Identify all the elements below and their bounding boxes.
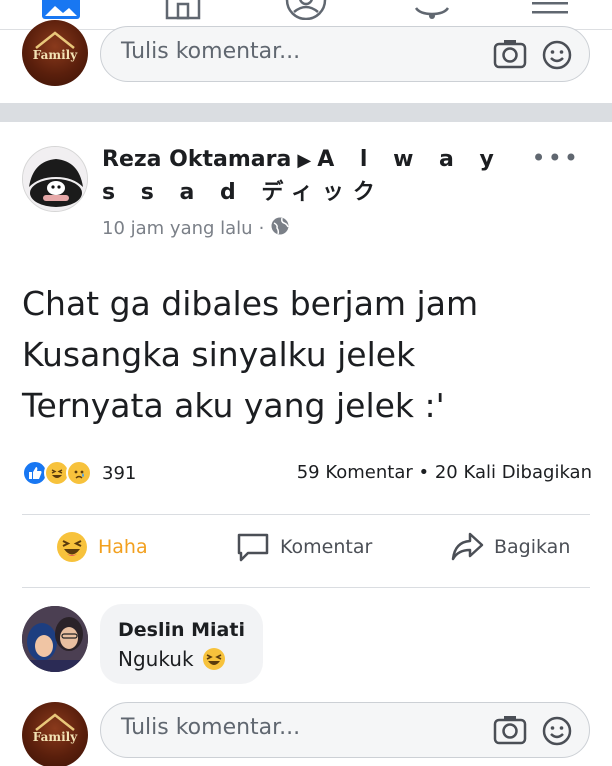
comment-text: Ngukuk [118, 647, 194, 671]
shop-icon[interactable] [165, 0, 201, 22]
post-body: Chat ga dibales berjam jam Kusangka siny… [22, 278, 592, 431]
photo-icon[interactable] [40, 0, 82, 22]
comment-text-row: Ngukuk [118, 644, 245, 674]
haha-label: Haha [98, 536, 148, 558]
more-options-icon[interactable]: ••• [532, 144, 580, 172]
post-meta: 10 jam yang lalu · [102, 216, 290, 241]
post-author[interactable]: Reza Oktamara ▶ A l w a y s s a d ディック [102, 144, 522, 209]
share-icon [451, 532, 484, 561]
emoji-icon[interactable] [541, 715, 573, 751]
notifications-icon[interactable] [410, 0, 454, 22]
comment-input-bottom[interactable]: Tulis komentar... [100, 702, 590, 758]
globe-icon [270, 216, 290, 241]
post-line: Chat ga dibales berjam jam [22, 284, 479, 323]
comment-bubble[interactable]: Deslin Miati Ngukuk [100, 604, 263, 684]
camera-icon[interactable] [493, 715, 527, 749]
commenter-avatar[interactable] [22, 606, 88, 672]
comment-icon [237, 533, 269, 562]
brand-avatar: Family [22, 20, 88, 86]
post-line: Kusangka sinyalku jelek [22, 335, 416, 374]
author-avatar[interactable] [22, 146, 88, 212]
feed-divider [0, 103, 612, 122]
post-action-bar: Haha Komentar Bagikan [22, 514, 590, 588]
comment-placeholder: Tulis komentar... [121, 715, 301, 740]
menu-icon[interactable] [530, 0, 570, 22]
share-label: Bagikan [494, 536, 571, 558]
commenter-name[interactable]: Deslin Miati [118, 616, 245, 644]
haha-button[interactable]: Haha [56, 531, 148, 563]
haha-icon [57, 532, 87, 562]
camera-icon[interactable] [493, 39, 527, 73]
sad-icon [66, 460, 92, 486]
reaction-summary[interactable]: 391 [22, 460, 136, 486]
comment-label: Komentar [280, 536, 373, 558]
comment-placeholder: Tulis komentar... [121, 39, 301, 64]
laughing-emoji-icon [202, 648, 225, 670]
emoji-icon[interactable] [541, 39, 573, 75]
author-name[interactable]: Reza Oktamara [102, 147, 291, 172]
comment-input-top[interactable]: Tulis komentar... [100, 26, 590, 82]
arrow-right-icon: ▶ [297, 150, 312, 171]
reaction-count: 391 [102, 462, 137, 484]
post-stats[interactable]: 59 Komentar • 20 Kali Dibagikan [297, 462, 592, 483]
profile-icon[interactable] [285, 0, 327, 22]
share-button[interactable]: Bagikan [450, 531, 570, 563]
post-time[interactable]: 10 jam yang lalu [102, 218, 253, 239]
comment-composer-bottom: Family Tulis komentar... [0, 700, 612, 766]
post-line: Ternyata aku yang jelek :' [22, 386, 445, 425]
comment-composer-top: Family Tulis komentar... [0, 20, 612, 94]
comment-button[interactable]: Komentar [236, 531, 372, 563]
brand-avatar: Family [22, 702, 88, 766]
